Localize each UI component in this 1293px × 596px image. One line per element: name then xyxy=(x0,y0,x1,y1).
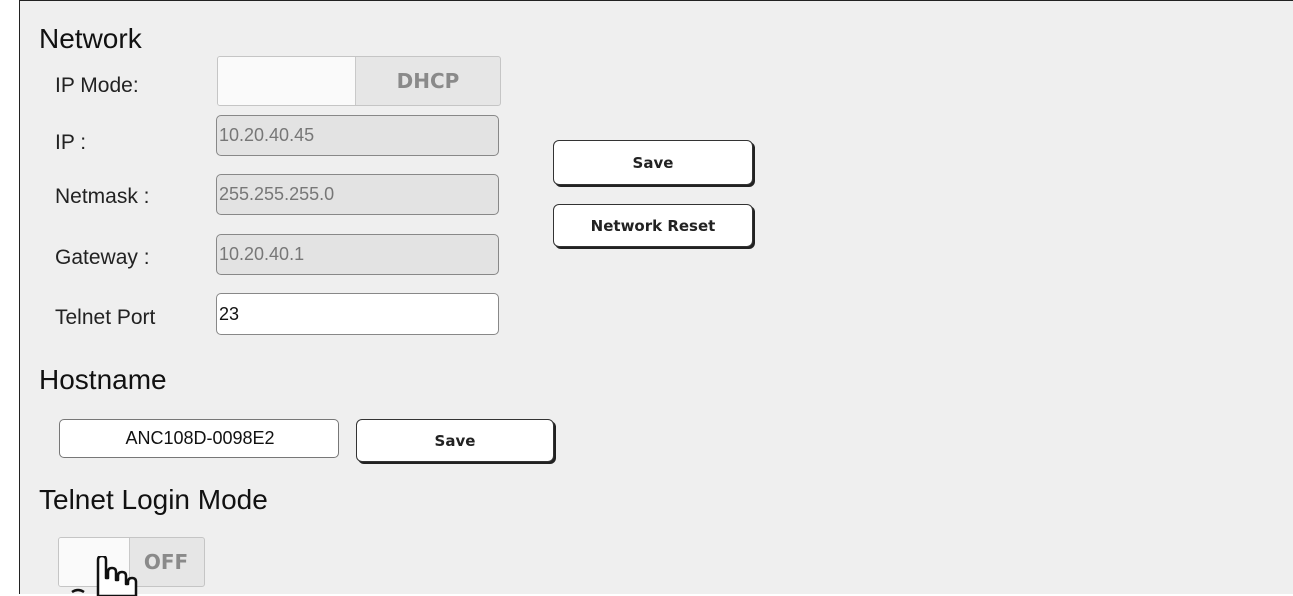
telnet-login-mode-heading: Telnet Login Mode xyxy=(39,484,268,515)
hostname-heading: Hostname xyxy=(39,364,167,395)
network-reset-button[interactable]: Network Reset xyxy=(553,204,753,247)
telnet-login-toggle[interactable]: OFF xyxy=(58,537,205,587)
ip-mode-toggle[interactable]: DHCP xyxy=(217,56,501,106)
telnet-login-toggle-knob xyxy=(59,538,130,586)
telnet-login-toggle-state: OFF xyxy=(143,550,189,574)
ip-mode-toggle-state: DHCP xyxy=(396,69,460,93)
gateway-input[interactable] xyxy=(216,234,499,275)
network-save-button[interactable]: Save xyxy=(553,140,753,185)
hostname-input[interactable] xyxy=(59,419,339,458)
network-heading: Network xyxy=(39,23,142,54)
hostname-save-button[interactable]: Save xyxy=(356,419,554,462)
netmask-label: Netmask : xyxy=(55,185,150,208)
ip-mode-label: IP Mode: xyxy=(55,74,139,97)
telnet-port-input[interactable] xyxy=(216,293,499,335)
ip-mode-toggle-knob xyxy=(218,57,356,105)
telnet-port-label: Telnet Port xyxy=(55,306,156,329)
gateway-label: Gateway : xyxy=(55,246,150,269)
settings-panel: Network IP Mode: DHCP IP : Netmask : Gat… xyxy=(19,0,1293,594)
ip-input[interactable] xyxy=(216,115,499,156)
ip-label: IP : xyxy=(55,131,87,154)
netmask-input[interactable] xyxy=(216,174,499,215)
